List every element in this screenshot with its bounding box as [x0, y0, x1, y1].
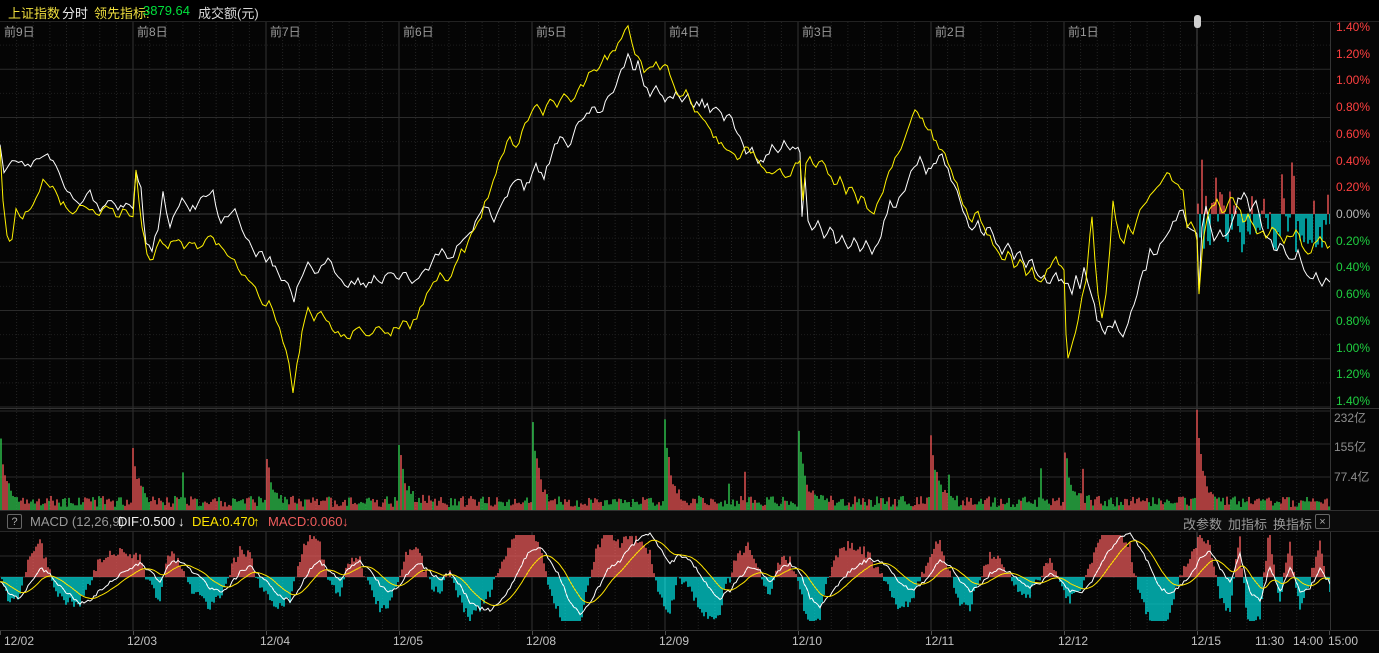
time-label: 15:00: [1328, 634, 1358, 648]
day-label: 前2日: [935, 25, 966, 39]
date-axis: 12/02 12/03 12/04 12/05 12/08 12/09 12/10 12/11…: [0, 631, 1379, 653]
price-axis-label: 0.20%: [1336, 234, 1370, 248]
volume-axis-label: 232亿: [1334, 411, 1366, 425]
price-axis-label: 0.60%: [1336, 127, 1370, 141]
day-label: 前6日: [403, 25, 434, 39]
day-label: 前3日: [802, 25, 833, 39]
axis-tick: [665, 631, 666, 635]
macd-plot[interactable]: [0, 532, 1379, 630]
macd-dea-value: DEA:0.470: [192, 514, 255, 529]
day-label: 前4日: [669, 25, 700, 39]
day-label: 前1日: [1068, 25, 1099, 39]
price-axis-label: 0.00%: [1336, 207, 1370, 221]
axis-tick: [532, 631, 533, 635]
header-bar: 上证指数 分时 领先指标: 3879.64 成交额(元): [0, 0, 1379, 22]
symbol-name[interactable]: 上证指数: [8, 3, 60, 22]
axis-tick: [266, 631, 267, 635]
stock-app-window: 上证指数 分时 领先指标: 3879.64 成交额(元) ? MACD (12,…: [0, 0, 1379, 653]
period-label[interactable]: 分时: [62, 3, 88, 22]
date-label: 12/09: [659, 634, 689, 648]
day-label: 前9日: [4, 25, 35, 39]
date-label: 12/12: [1058, 634, 1088, 648]
turnover-label: 成交额(元): [198, 3, 259, 22]
time-label: 11:30: [1255, 634, 1284, 648]
close-icon[interactable]: ×: [1315, 514, 1330, 529]
day-label: 前7日: [270, 25, 301, 39]
axis-tick: [1197, 631, 1198, 635]
day-label: 前5日: [536, 25, 567, 39]
price-axis-label: 1.40%: [1336, 394, 1370, 408]
axis-tick: [1329, 631, 1330, 635]
axis-tick: [0, 631, 1, 635]
axis-tick: [1064, 631, 1065, 635]
price-axis-label: 0.80%: [1336, 100, 1370, 114]
date-label: 12/11: [925, 634, 954, 648]
macd-down-arrow-icon: ↓: [342, 514, 349, 529]
dif-down-arrow-icon: ↓: [178, 514, 185, 529]
date-label: 12/05: [393, 634, 423, 648]
macd-header-bar: ? MACD (12,26,9) DIF:0.500 ↓ DEA:0.470 ↑…: [0, 510, 1379, 532]
leading-indicator-label: 领先指标:: [94, 3, 150, 22]
price-axis-label: 0.40%: [1336, 154, 1370, 168]
price-axis-label: 0.40%: [1336, 260, 1370, 274]
time-label: 14:00: [1293, 634, 1323, 648]
price-axis-label: 1.20%: [1336, 367, 1370, 381]
day-label: 前8日: [137, 25, 168, 39]
price-axis-label: 1.00%: [1336, 341, 1370, 355]
price-axis-label: 1.40%: [1336, 20, 1370, 34]
price-axis-label: 0.20%: [1336, 180, 1370, 194]
help-icon[interactable]: ?: [7, 514, 22, 529]
axis-tick: [133, 631, 134, 635]
macd-indicator-name: MACD (12,26,9): [30, 514, 124, 529]
axis-tick: [798, 631, 799, 635]
price-axis-label: 1.20%: [1336, 47, 1370, 61]
volume-axis-label: 77.4亿: [1334, 470, 1369, 484]
add-indicator-button[interactable]: 加指标: [1228, 514, 1267, 533]
right-axis-border: [1330, 22, 1331, 630]
day-boundary-handle[interactable]: [1194, 15, 1201, 28]
date-label: 12/08: [526, 634, 556, 648]
volume-axis-label: 155亿: [1334, 440, 1366, 454]
date-label: 12/03: [127, 634, 157, 648]
macd-dif-value: DIF:0.500: [118, 514, 175, 529]
divider-main-volume: [0, 408, 1379, 409]
dea-up-arrow-icon: ↑: [253, 514, 260, 529]
date-label: 12/15: [1191, 634, 1221, 648]
date-label: 12/04: [260, 634, 290, 648]
price-axis-label: 0.60%: [1336, 287, 1370, 301]
leading-indicator-value: 3879.64: [143, 3, 190, 18]
axis-tick: [931, 631, 932, 635]
price-axis-label: 0.80%: [1336, 314, 1370, 328]
volume-plot[interactable]: [0, 409, 1379, 510]
date-label: 12/10: [792, 634, 822, 648]
date-label: 12/02: [4, 634, 34, 648]
main-chart-plot[interactable]: [0, 22, 1379, 408]
switch-indicator-button[interactable]: 换指标: [1273, 514, 1312, 533]
macd-hist-value: MACD:0.060: [268, 514, 342, 529]
price-axis-label: 1.00%: [1336, 73, 1370, 87]
change-params-button[interactable]: 改参数: [1183, 514, 1222, 533]
axis-tick: [399, 631, 400, 635]
